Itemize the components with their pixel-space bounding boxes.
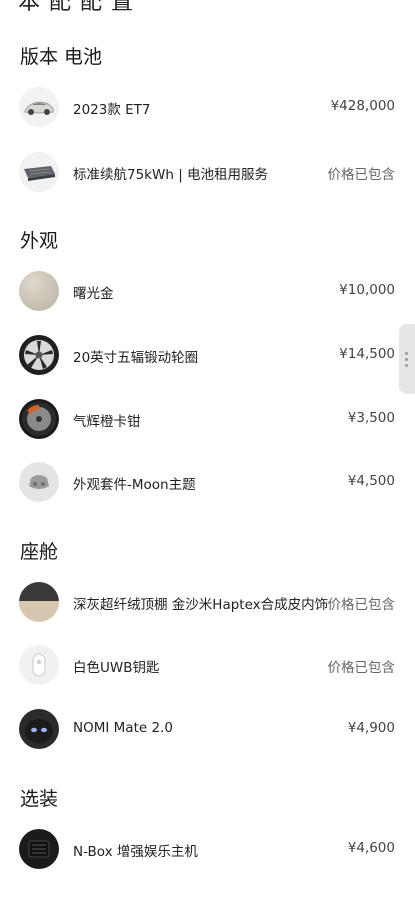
- config-item-price: 价格已包含: [327, 597, 396, 613]
- config-row-nomi[interactable]: NOMI Mate 2.0 ¥4,900: [0, 707, 415, 751]
- config-row-exterior-kit[interactable]: 外观套件-Moon主题 ¥4,500: [0, 460, 415, 504]
- wheel-icon: [19, 335, 59, 375]
- car-icon: [19, 87, 59, 127]
- side-drawer-handle[interactable]: [399, 324, 415, 394]
- config-item-price: 价格已包含: [327, 167, 396, 183]
- config-item-price: ¥10,000: [339, 282, 395, 298]
- config-item-name: 气辉橙卡钳: [73, 414, 141, 430]
- page-title: 本 配 配 置: [18, 0, 134, 15]
- config-item-name: 曙光金: [73, 286, 114, 302]
- config-item-price: ¥4,500: [347, 473, 395, 489]
- exterior-kit-icon: [19, 462, 59, 502]
- config-row-key[interactable]: 白色UWB钥匙 价格已包含: [0, 643, 415, 687]
- nomi-icon: [19, 709, 59, 749]
- config-item-name: N-Box 增强娱乐主机: [73, 844, 198, 860]
- config-row-battery[interactable]: 标准续航75kWh | 电池租用服务 价格已包含: [0, 150, 415, 194]
- config-item-price: ¥428,000: [330, 98, 395, 114]
- interior-swatch-icon: [19, 582, 59, 622]
- section-title-cabin: 座舱: [20, 541, 59, 563]
- uwb-key-icon: [19, 645, 59, 685]
- config-item-name: 深灰超纤绒顶棚 金沙米Haptex合成皮内饰: [73, 597, 329, 613]
- config-item-name: 标准续航75kWh | 电池租用服务: [73, 167, 269, 183]
- config-item-name: 20英寸五辐锻动轮圈: [73, 350, 199, 366]
- config-item-name: 白色UWB钥匙: [73, 660, 160, 676]
- paint-swatch-icon: [19, 271, 59, 311]
- config-item-name: 外观套件-Moon主题: [73, 477, 196, 493]
- config-row-interior[interactable]: 深灰超纤绒顶棚 金沙米Haptex合成皮内饰 价格已包含: [0, 580, 415, 624]
- config-row-nbox[interactable]: N-Box 增强娱乐主机 ¥4,600: [0, 827, 415, 871]
- brake-caliper-icon: [19, 399, 59, 439]
- section-title-exterior: 外观: [20, 230, 59, 252]
- config-row-paint[interactable]: 曙光金 ¥10,000: [0, 269, 415, 313]
- section-title-options: 选装: [20, 788, 59, 810]
- config-item-name: 2023款 ET7: [73, 102, 151, 118]
- config-item-price: ¥14,500: [339, 346, 395, 362]
- config-row-wheels[interactable]: 20英寸五辐锻动轮圈 ¥14,500: [0, 333, 415, 377]
- config-row-car[interactable]: 2023款 ET7 ¥428,000: [0, 85, 415, 129]
- nbox-icon: [19, 829, 59, 869]
- config-item-price: ¥4,600: [347, 840, 395, 856]
- config-item-name: NOMI Mate 2.0: [73, 720, 173, 736]
- config-item-price: ¥4,900: [347, 720, 395, 736]
- section-title-battery: 版本 电池: [20, 46, 103, 68]
- config-row-calipers[interactable]: 气辉橙卡钳 ¥3,500: [0, 397, 415, 441]
- config-item-price: 价格已包含: [327, 660, 396, 676]
- config-item-price: ¥3,500: [347, 410, 395, 426]
- battery-pack-icon: [19, 152, 59, 192]
